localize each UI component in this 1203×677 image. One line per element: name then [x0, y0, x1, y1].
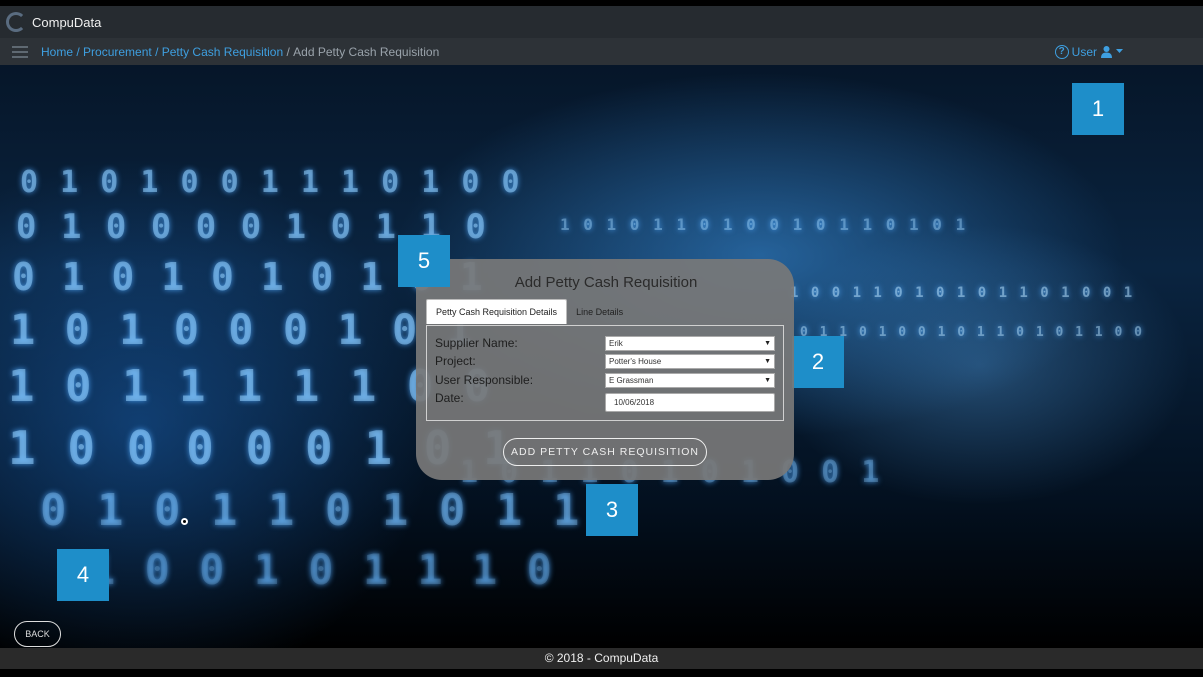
user-label[interactable]: User [1072, 45, 1097, 59]
breadcrumb-separator: / [283, 44, 294, 59]
title-bar: CompuData [0, 6, 1203, 38]
add-petty-cash-requisition-button[interactable]: ADD PETTY CASH REQUISITION [503, 438, 707, 466]
breadcrumb-current: Add Petty Cash Requisition [293, 44, 440, 59]
breadcrumb-procurement[interactable]: Procurement [83, 45, 152, 59]
dropdown-arrow-icon: ▼ [764, 376, 771, 384]
callout-marker-3: 3 [586, 484, 638, 536]
question-circle-icon[interactable]: ? [1054, 44, 1069, 59]
breadcrumb-petty-cash[interactable]: Petty Cash Requisition [162, 45, 283, 59]
tab-petty-cash-details[interactable]: Petty Cash Requisition Details [426, 299, 568, 324]
form-row-project: Project: Potter's House ▼ [435, 353, 777, 369]
footer-copyright: © 2018 - CompuData [544, 651, 659, 665]
nav-bar: Home / Procurement / Petty Cash Requisit… [0, 38, 1203, 65]
binary-decoration: 0 1 0 1 0 0 1 1 1 0 1 0 0 [20, 165, 522, 200]
add-petty-cash-dialog: Add Petty Cash Requisition Petty Cash Re… [416, 259, 794, 480]
callout-marker-4: 4 [57, 549, 109, 601]
breadcrumb-separator: / [151, 44, 162, 59]
user-icon[interactable] [1100, 45, 1113, 58]
app-title: CompuData [32, 14, 102, 30]
tab-bar: Petty Cash Requisition Details Line Deta… [426, 299, 632, 324]
binary-decoration: 1 0 0 1 0 1 1 1 0 [90, 545, 554, 594]
tab-line-details[interactable]: Line Details [567, 300, 632, 324]
project-select[interactable]: Potter's House ▼ [605, 353, 775, 369]
form-row-date: Date: 10/06/2018 [435, 391, 777, 413]
dropdown-arrow-icon: ▼ [764, 357, 771, 365]
binary-decoration: 1 0 1 0 0 0 1 0 1 [10, 305, 474, 354]
dropdown-arrow-icon: ▼ [764, 339, 771, 347]
breadcrumb-home[interactable]: Home [41, 45, 73, 59]
caret-down-icon[interactable] [1116, 49, 1123, 54]
details-panel: Supplier Name: Erik ▼ Project: Potter's … [426, 325, 784, 421]
user-menu[interactable]: ? User [1054, 38, 1123, 65]
date-input[interactable]: 10/06/2018 [605, 392, 775, 412]
project-value: Potter's House [609, 356, 662, 366]
app-logo-icon [6, 12, 26, 32]
user-responsible-label: User Responsible: [435, 373, 534, 387]
callout-marker-2: 2 [792, 336, 844, 388]
user-responsible-value: E Grassman [609, 375, 654, 385]
callout-marker-1: 1 [1072, 83, 1124, 135]
form-row-user-responsible: User Responsible: E Grassman ▼ [435, 372, 777, 388]
binary-decoration: 0 1 0 1 1 0 1 0 1 1 [40, 485, 582, 536]
footer: © 2018 - CompuData [0, 648, 1203, 669]
back-button[interactable]: BACK [14, 621, 61, 647]
dialog-title: Add Petty Cash Requisition [514, 274, 698, 291]
supplier-value: Erik [609, 338, 623, 348]
hamburger-menu-icon[interactable] [12, 45, 28, 58]
supplier-select[interactable]: Erik ▼ [605, 335, 775, 351]
binary-decoration: 1 0 1 0 1 1 0 1 0 0 1 0 1 1 0 1 0 1 [560, 215, 968, 234]
user-responsible-select[interactable]: E Grassman ▼ [605, 372, 775, 388]
date-label: Date: [435, 391, 464, 405]
mouse-cursor-icon [181, 518, 188, 525]
binary-decoration: 0 1 1 0 1 0 0 1 0 1 1 0 1 0 1 1 0 0 [800, 325, 1144, 340]
date-value: 10/06/2018 [614, 397, 655, 407]
form-row-supplier: Supplier Name: Erik ▼ [435, 335, 777, 351]
callout-marker-5: 5 [398, 235, 450, 287]
binary-decoration: 1 0 0 1 1 0 1 0 1 0 1 1 0 1 0 0 1 [790, 285, 1135, 301]
supplier-label: Supplier Name: [435, 336, 518, 350]
breadcrumb-separator: / [73, 44, 84, 59]
project-label: Project: [435, 354, 476, 368]
